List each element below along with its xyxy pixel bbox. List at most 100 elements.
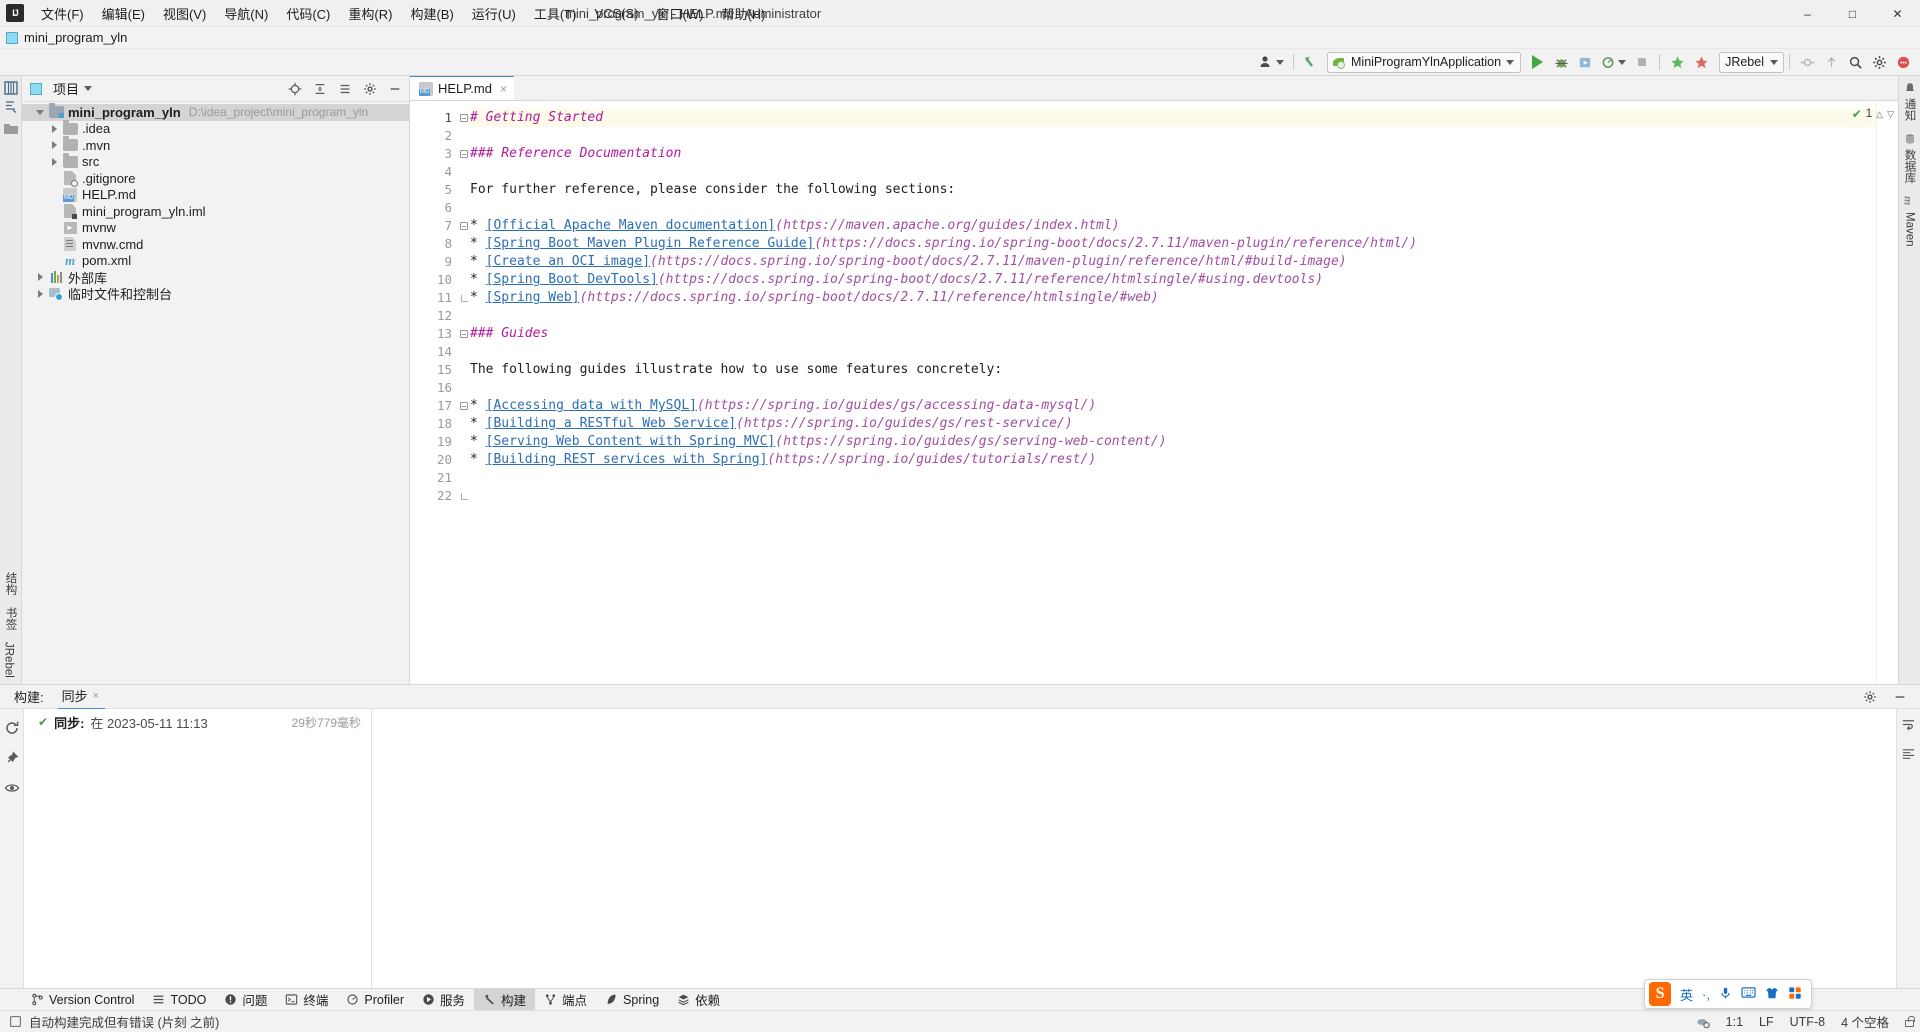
tree-node-.gitignore[interactable]: .gitignore [22, 170, 409, 188]
hide-build-panel-icon[interactable] [1892, 689, 1908, 705]
pin-build-icon[interactable] [3, 749, 21, 767]
code-content[interactable]: # Getting Started ### Reference Document… [470, 101, 1876, 684]
commit-tool-icon[interactable] [3, 121, 19, 135]
markdown-link-text[interactable]: [Official Apache Maven documentation] [486, 218, 776, 233]
close-icon[interactable]: × [500, 82, 507, 96]
ime-language-label[interactable]: 英 [1680, 985, 1693, 1004]
project-tool-icon[interactable] [3, 80, 19, 96]
tree-node-.mvn[interactable]: .mvn [22, 136, 409, 154]
chevron-right-icon[interactable] [32, 289, 48, 298]
tree-node-src[interactable]: src [22, 152, 409, 171]
left-tool-tab-1[interactable]: 书签 [1, 601, 21, 636]
build-events-tree[interactable]: ✔ 同步: 在 2023-05-11 11:13 29秒779毫秒 [24, 709, 372, 988]
menu-item-6[interactable]: 构建(B) [401, 0, 462, 27]
tree-node-HELP.md[interactable]: MD HELP.md [22, 187, 409, 204]
code-line[interactable] [470, 469, 1876, 487]
code-line[interactable] [470, 307, 1876, 325]
markdown-link-text[interactable]: [Spring Web] [486, 290, 580, 305]
search-everywhere-icon[interactable] [1844, 51, 1866, 73]
chevron-down-icon[interactable] [84, 86, 93, 91]
code-line[interactable]: * [Official Apache Maven documentation](… [470, 217, 1876, 235]
mic-icon[interactable] [1719, 986, 1732, 1003]
code-folding-column[interactable] [458, 101, 470, 684]
code-line[interactable]: * [Spring Boot DevTools](https://docs.sp… [470, 271, 1876, 289]
keyboard-icon[interactable] [1741, 986, 1756, 1002]
code-line[interactable] [470, 199, 1876, 217]
user-account-icon[interactable] [1256, 51, 1287, 73]
close-button[interactable]: ✕ [1875, 0, 1920, 27]
tool-window-button-问题[interactable]: 问题 [215, 989, 276, 1010]
rerun-build-icon[interactable] [3, 719, 21, 737]
tree-node-mvnw.cmd[interactable]: mvnw.cmd [22, 236, 409, 253]
markdown-link-text[interactable]: [Spring Boot DevTools] [486, 272, 658, 287]
prev-problem-icon[interactable]: △ [1876, 109, 1883, 120]
right-tool-tab-通知[interactable]: 通知 [1900, 76, 1920, 127]
code-line[interactable]: * [Spring Web](https://docs.spring.io/sp… [470, 289, 1876, 307]
jrebel-run-icon[interactable] [1666, 51, 1688, 73]
code-line[interactable] [470, 163, 1876, 181]
tool-window-button-Version-Control[interactable]: Version Control [22, 989, 143, 1010]
code-line[interactable]: * [Building REST services with Spring](h… [470, 451, 1876, 469]
git-commit-icon[interactable] [1796, 51, 1818, 73]
tool-window-button-构建[interactable]: 构建 [474, 989, 536, 1010]
left-tool-tab-2[interactable]: JRebel [1, 636, 17, 684]
git-push-icon[interactable] [1820, 51, 1842, 73]
chevron-right-icon[interactable] [46, 141, 62, 150]
menu-item-4[interactable]: 代码(C) [277, 0, 339, 27]
markdown-link-text[interactable]: [Create an OCI image] [486, 254, 650, 269]
tool-window-button-Profiler[interactable]: Profiler [337, 989, 413, 1010]
tool-window-button-Spring[interactable]: Spring [596, 989, 668, 1010]
run-button[interactable] [1526, 51, 1548, 73]
code-line[interactable]: For further reference, please consider t… [470, 181, 1876, 199]
maximize-button[interactable]: □ [1830, 0, 1875, 27]
tool-window-button-端点[interactable]: 端点 [535, 989, 596, 1010]
hide-panel-icon[interactable] [387, 81, 403, 97]
code-line[interactable] [470, 343, 1876, 361]
menu-item-3[interactable]: 导航(N) [215, 0, 277, 27]
code-line[interactable] [470, 487, 1876, 505]
fold-end-icon[interactable] [458, 289, 470, 307]
markdown-link-text[interactable]: [Serving Web Content with Spring MVC] [486, 434, 776, 449]
code-line[interactable]: The following guides illustrate how to u… [470, 361, 1876, 379]
tree-node-[interactable]: 外部库 [22, 269, 409, 286]
project-settings-gear-icon[interactable] [362, 81, 378, 97]
tool-window-button-依赖[interactable]: 依赖 [668, 989, 729, 1010]
structure-tool-icon[interactable] [3, 99, 19, 115]
chevron-right-icon[interactable] [46, 124, 62, 133]
skin-icon[interactable] [1765, 986, 1779, 1003]
tree-node-pom.xml[interactable]: m pom.xml [22, 253, 409, 270]
apps-icon[interactable] [1788, 986, 1802, 1003]
notifications-bell-icon[interactable] [1892, 51, 1914, 73]
code-line[interactable]: # Getting Started [470, 109, 1876, 127]
menu-item-2[interactable]: 视图(V) [154, 0, 215, 27]
chevron-right-icon[interactable] [32, 273, 48, 282]
tool-window-button-终端[interactable]: 终端 [276, 989, 337, 1010]
inspection-widget[interactable]: ✔ 1 △ ▽ [1852, 107, 1894, 121]
stop-button[interactable] [1631, 51, 1653, 73]
scroll-to-end-icon[interactable] [1901, 747, 1916, 765]
right-tool-tab-Maven[interactable]: m Maven [1902, 190, 1918, 253]
tool-window-button-TODO[interactable]: TODO [143, 989, 215, 1010]
tree-node-mvnw[interactable]: ► mvnw [22, 220, 409, 237]
ime-punctuation-icon[interactable]: ·, [1702, 987, 1710, 1002]
markdown-link-text[interactable]: [Spring Boot Maven Plugin Reference Guid… [486, 236, 815, 251]
tree-node-.idea[interactable]: .idea [22, 119, 409, 138]
file-encoding[interactable]: UTF-8 [1790, 1015, 1825, 1029]
expand-all-icon[interactable] [312, 81, 328, 97]
caret-position[interactable]: 1:1 [1726, 1015, 1743, 1029]
chevron-right-icon[interactable] [46, 157, 62, 166]
jrebel-selector[interactable]: JRebel [1719, 51, 1784, 73]
code-line[interactable] [470, 379, 1876, 397]
code-line[interactable] [470, 127, 1876, 145]
fold-marker-icon[interactable] [458, 325, 470, 343]
collapse-all-icon[interactable] [337, 81, 353, 97]
menu-item-0[interactable]: 文件(F) [32, 0, 93, 27]
project-tree[interactable]: mini_program_yln D:\idea_project\mini_pro… [22, 102, 409, 684]
background-tasks-icon[interactable] [1696, 1015, 1710, 1029]
fold-marker-icon[interactable] [458, 109, 470, 127]
update-project-icon[interactable] [1300, 51, 1322, 73]
profile-button[interactable] [1598, 51, 1629, 73]
tree-node-mini_program_yln.iml[interactable]: mini_program_yln.iml [22, 203, 409, 220]
tool-window-button-服务[interactable]: 服务 [413, 989, 474, 1010]
markdown-link-text[interactable]: [Building a RESTful Web Service] [486, 416, 736, 431]
